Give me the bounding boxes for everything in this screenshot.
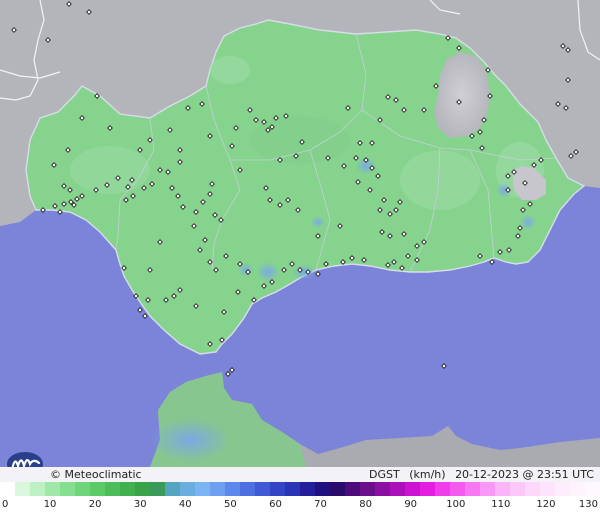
scale-segment [315, 482, 330, 496]
scale-segment [225, 482, 240, 496]
scale-segment [360, 482, 375, 496]
timestamp-label: 20-12-2023 @ 23:51 UTC [455, 468, 594, 481]
scale-tick-label: 50 [224, 499, 237, 510]
scale-segment [120, 482, 135, 496]
shade-patch [400, 150, 480, 210]
scale-segment [495, 482, 510, 496]
scale-segment [300, 482, 315, 496]
scale-segment [0, 482, 15, 496]
scale-segment [570, 482, 585, 496]
scale-segment [375, 482, 390, 496]
scale-segment [405, 482, 420, 496]
scale-segment [15, 482, 30, 496]
scale-segment [45, 482, 60, 496]
scale-tick-label: 40 [178, 499, 192, 510]
scale-segment [510, 482, 525, 496]
scale-segment [585, 482, 600, 496]
shade-patch [70, 146, 150, 194]
scale-segment [165, 482, 180, 496]
scale-segment [525, 482, 540, 496]
scale-segment [540, 482, 555, 496]
scale-tick-label: 60 [269, 499, 282, 510]
scale-segment [285, 482, 300, 496]
scale-tick-label: 80 [359, 499, 372, 510]
color-scale-labels: 0 10 20 30 40 50 60 70 80 90 100 110 120 130 [0, 496, 600, 517]
map-meta: DGST (km/h) 20-12-2023 @ 23:51 UTC [363, 467, 594, 482]
scale-segment [60, 482, 75, 496]
gust-zone-south [150, 418, 230, 462]
scale-tick-label: 130 [578, 499, 598, 510]
scale-segment [210, 482, 225, 496]
scale-segment [195, 482, 210, 496]
scale-tick-label: 10 [43, 499, 57, 510]
scale-segment [555, 482, 570, 496]
variable-label: DGST [369, 468, 400, 481]
map-figure: © Meteoclimatic DGST (km/h) 20-12-2023 @… [0, 0, 600, 517]
shade-patch [210, 56, 250, 84]
scale-segment [30, 482, 45, 496]
scale-segment [420, 482, 435, 496]
scale-segment [435, 482, 450, 496]
scale-tick-label: 30 [133, 499, 147, 510]
unit-label: (km/h) [409, 468, 446, 481]
scale-tick-label: 20 [88, 499, 102, 510]
scale-tick-label: 70 [314, 499, 327, 510]
scale-segment [135, 482, 150, 496]
scale-segment [150, 482, 165, 496]
scale-tick-label: 0 [2, 499, 9, 510]
scale-segment [465, 482, 480, 496]
scale-segment [240, 482, 255, 496]
scale-segment [105, 482, 120, 496]
scale-segment [480, 482, 495, 496]
scale-segment [90, 482, 105, 496]
scale-tick-label: 90 [404, 499, 418, 510]
wind-gust-map [0, 0, 600, 467]
scale-segment [390, 482, 405, 496]
map-info-bar: © Meteoclimatic DGST (km/h) 20-12-2023 @… [0, 467, 600, 482]
scale-segment [270, 482, 285, 496]
scale-segment [75, 482, 90, 496]
scale-segment [330, 482, 345, 496]
scale-tick-label: 120 [536, 499, 556, 510]
scale-tick-label: 110 [491, 499, 511, 510]
color-scale-bar [0, 482, 600, 496]
copyright-text: © Meteoclimatic [50, 468, 142, 481]
scale-segment [450, 482, 465, 496]
scale-tick-label: 100 [446, 499, 466, 510]
scale-segment [180, 482, 195, 496]
scale-segment [345, 482, 360, 496]
scale-segment [255, 482, 270, 496]
